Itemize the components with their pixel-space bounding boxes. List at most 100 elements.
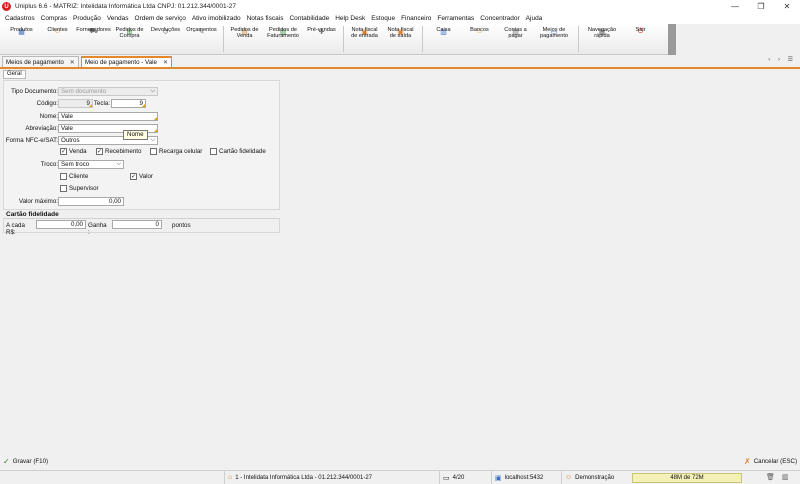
toolbar-button-2[interactable]: ⛟ Fornecedores bbox=[76, 24, 111, 54]
tab-navigation[interactable]: ‹ › ☰ bbox=[768, 56, 796, 63]
minimize-icon[interactable]: — bbox=[722, 0, 748, 13]
toolbar-button-12[interactable]: ⌂ Bancos bbox=[462, 24, 497, 54]
a-cada-field[interactable]: 0,00 bbox=[36, 220, 86, 229]
chevron-down-icon: ⌵ bbox=[116, 161, 121, 167]
nome-field[interactable]: Vale bbox=[58, 112, 158, 121]
chevron-down-icon: ⌵ bbox=[150, 88, 155, 94]
toolbar-button-label: Caixa bbox=[436, 27, 451, 33]
toolbar-button-9[interactable]: ▣ Nota fiscal de entrada bbox=[347, 24, 382, 54]
recarga-celular-checkbox[interactable]: Recarga celular bbox=[150, 148, 202, 155]
menu-vendas[interactable]: Vendas bbox=[107, 15, 129, 22]
menu-producao[interactable]: Produção bbox=[73, 15, 101, 22]
valor-maximo-field[interactable]: 0,00 bbox=[58, 197, 124, 206]
nome-tooltip: Nome bbox=[123, 130, 148, 140]
ganha-field[interactable]: 0 bbox=[112, 220, 162, 229]
cancel-icon: ✗ bbox=[744, 457, 751, 466]
valor-maximo-label: Valor máximo: bbox=[18, 198, 58, 205]
checkbox-box[interactable] bbox=[150, 148, 157, 155]
toolbar-button-11[interactable]: ▥ Caixa bbox=[426, 24, 461, 54]
a-cada-label: A cada R$: bbox=[6, 222, 25, 236]
toolbar-separator bbox=[343, 26, 344, 52]
toolbar-button-1[interactable]: ☺ Clientes bbox=[40, 24, 75, 54]
menu-help-desk[interactable]: Help Desk bbox=[335, 15, 365, 22]
nome-label: Nome: bbox=[39, 113, 58, 120]
checkbox-box[interactable] bbox=[210, 148, 217, 155]
tecla-field[interactable]: 9 bbox=[111, 99, 146, 108]
close-icon[interactable]: ✕ bbox=[774, 0, 800, 13]
ganha-label: Ganha : bbox=[88, 222, 107, 236]
tipo-documento-select[interactable]: Sem documento ⌵ bbox=[58, 87, 158, 96]
supervisor-checkbox[interactable]: Supervisor bbox=[60, 185, 99, 192]
toolbar-button-label: Bancos bbox=[470, 27, 489, 33]
close-tab-icon[interactable]: ✕ bbox=[70, 59, 75, 66]
toolbar-button-7[interactable]: ▥ Pedidos de Faturamento bbox=[263, 24, 303, 54]
action-bar: ✓ Gravar (F10) ✗ Cancelar (ESC) bbox=[0, 455, 800, 468]
tab-meio-pagamento-vale[interactable]: Meio de pagamento - Vale ✕ bbox=[80, 56, 172, 67]
close-tab-icon[interactable]: ✕ bbox=[163, 59, 168, 66]
toolbar-edge bbox=[668, 24, 676, 55]
menu-contabilidade[interactable]: Contabilidade bbox=[289, 15, 329, 22]
toolbar-button-15[interactable]: ▦ Navegação rápida bbox=[582, 24, 622, 54]
toolbar-separator bbox=[223, 26, 224, 52]
app-logo-icon: U bbox=[2, 2, 11, 11]
menu-ferramentas[interactable]: Ferramentas bbox=[437, 15, 474, 22]
menu-ordem-servico[interactable]: Ordem de serviço bbox=[135, 15, 186, 22]
checkbox-box[interactable]: ✓ bbox=[60, 148, 67, 155]
document-tabs: Meios de pagamento ✕ Meio de pagamento -… bbox=[0, 55, 800, 67]
status-user: ☺ Demonstração bbox=[561, 471, 631, 484]
pontos-label: pontos bbox=[172, 222, 191, 229]
tab-label: Meio de pagamento - Vale bbox=[84, 59, 157, 66]
toolbar-button-10[interactable]: ▣ Nota fiscal de saída bbox=[383, 24, 418, 54]
chevron-down-icon: ⌵ bbox=[150, 137, 155, 143]
recebimento-checkbox[interactable]: ✓ Recebimento bbox=[96, 148, 141, 155]
menu-financeiro[interactable]: Financeiro bbox=[401, 15, 431, 22]
troco-select[interactable]: Sem troco ⌵ bbox=[58, 160, 124, 169]
toolbar-button-label: Meios de pagamento bbox=[540, 27, 568, 39]
trash-icon[interactable]: 🗑 bbox=[766, 473, 775, 481]
checkbox-box[interactable]: ✓ bbox=[130, 173, 137, 180]
tab-meios-pagamento[interactable]: Meios de pagamento ✕ bbox=[2, 56, 79, 67]
toolbar-button-label: Sair bbox=[635, 27, 646, 33]
toolbar-button-14[interactable]: ▭ Meios de pagamento bbox=[534, 24, 574, 54]
cliente-checkbox[interactable]: Cliente bbox=[60, 173, 88, 180]
toolbar-button-5[interactable]: ✎ Orçamentos bbox=[184, 24, 219, 54]
home-icon: ⌂ bbox=[228, 474, 233, 481]
menu-concentrador[interactable]: Concentrador bbox=[480, 15, 519, 22]
codigo-field[interactable]: 9 bbox=[58, 99, 93, 108]
status-pages: ▭ 4/20 bbox=[439, 471, 491, 484]
status-server: ▣ localhost:5432 bbox=[491, 471, 561, 484]
toolbar-button-label: Contas a pagar bbox=[504, 27, 527, 39]
toolbar-button-label: Fornecedores bbox=[76, 27, 111, 33]
checkbox-box[interactable]: ✓ bbox=[96, 148, 103, 155]
toolbar-button-13[interactable]: ▤ Contas a pagar bbox=[498, 24, 533, 54]
windows-icon[interactable]: ▥ bbox=[782, 473, 789, 481]
checkbox-box[interactable] bbox=[60, 185, 67, 192]
maximize-icon[interactable]: ❐ bbox=[748, 0, 774, 13]
toolbar-button-0[interactable]: ▦ Produtos bbox=[4, 24, 39, 54]
valor-checkbox[interactable]: ✓ Valor bbox=[130, 173, 153, 180]
toolbar-button-3[interactable]: ⊞ Pedidos de Compra bbox=[112, 24, 147, 54]
checkbox-box[interactable] bbox=[60, 173, 67, 180]
check-icon: ✓ bbox=[3, 457, 10, 466]
save-button[interactable]: ✓ Gravar (F10) bbox=[3, 457, 48, 466]
cartao-fidelidade-checkbox[interactable]: Cartão fidelidade bbox=[210, 148, 266, 155]
menu-notas-fiscais[interactable]: Notas fiscais bbox=[247, 15, 284, 22]
cancel-button[interactable]: ✗ Cancelar (ESC) bbox=[744, 457, 797, 466]
menu-compras[interactable]: Compras bbox=[41, 15, 67, 22]
menu-ativo-imobilizado[interactable]: Ativo imobilizado bbox=[192, 15, 241, 22]
tab-geral[interactable]: Geral bbox=[3, 70, 26, 79]
menu-ajuda[interactable]: Ajuda bbox=[526, 15, 543, 22]
toolbar-button-6[interactable]: ▤ Pedidos de Venda bbox=[227, 24, 262, 54]
menu-estoque[interactable]: Estoque bbox=[371, 15, 395, 22]
toolbar-button-4[interactable]: ↺ Devoluções bbox=[148, 24, 183, 54]
tab-label: Meios de pagamento bbox=[6, 58, 64, 66]
abreviacao-label: Abreviação: bbox=[25, 125, 58, 132]
menu-cadastros[interactable]: Cadastros bbox=[5, 15, 35, 22]
toolbar-button-16[interactable]: ⏻ Sair bbox=[623, 24, 658, 54]
codigo-label: Código: bbox=[36, 100, 58, 107]
toolbar-button-8[interactable]: ✚ Pré-vendas bbox=[304, 24, 339, 54]
venda-checkbox[interactable]: ✓ Venda bbox=[60, 148, 87, 155]
status-company: ⌂ 1 - Intelidata Informática Ltda - 01.2… bbox=[224, 471, 439, 484]
tipo-documento-label: Tipo Documento: bbox=[11, 88, 58, 95]
toolbar-button-label: Nota fiscal de saída bbox=[387, 27, 414, 39]
